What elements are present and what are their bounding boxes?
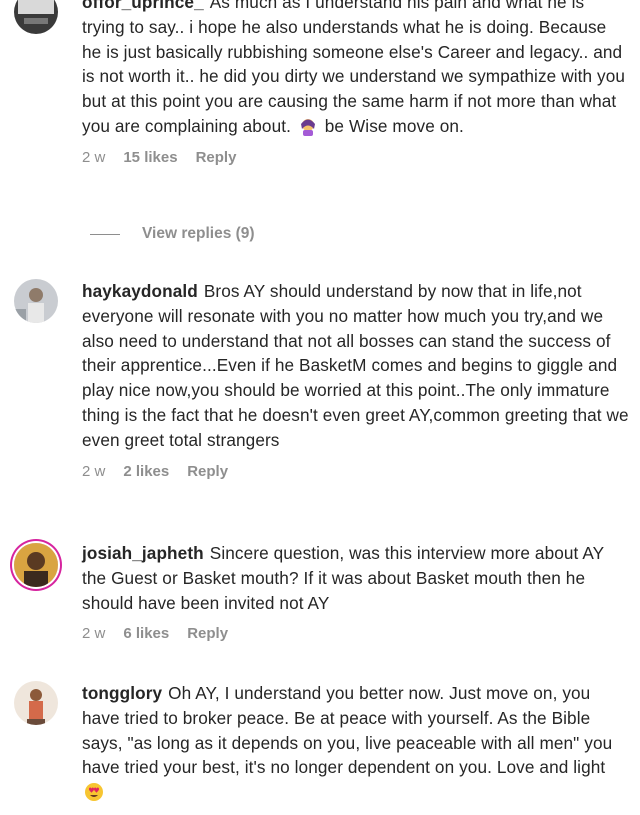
reply-button[interactable]: Reply [187,463,228,480]
reply-button[interactable]: Reply [187,625,228,642]
comment-meta: 2 w 15 likes Reply [82,149,630,166]
comment-text: haykaydonald Bros AY should understand by… [82,281,629,450]
comment-meta: 2 w 6 likes Reply [82,625,630,642]
avatar[interactable] [14,0,58,34]
comment-text: josiah_japheth Sincere question, was this… [82,543,604,613]
likes-count[interactable]: 6 likes [123,625,169,642]
divider-line [90,233,120,235]
comment-time: 2 w [82,625,106,643]
likes-count[interactable]: 2 likes [123,463,169,480]
reply-button[interactable]: Reply [196,149,237,166]
comment-time: 2 w [82,462,106,480]
comment-username[interactable]: offor_uprince_ [82,0,204,12]
woman-facepalming-icon [298,116,318,136]
comment-text: tongglory Oh AY, I understand you better … [82,681,630,805]
comment-time: 2 w [82,148,106,166]
comment-text: offor_uprince_ As much as I understand hi… [82,0,630,139]
comment-username[interactable]: tongglory [82,683,162,703]
comment-username[interactable]: haykaydonald [82,281,198,301]
comment-meta: 2 w 2 likes Reply [82,463,630,480]
avatar[interactable] [14,681,58,725]
avatar[interactable] [14,279,58,323]
view-replies-button[interactable]: View replies (9) [90,225,255,243]
likes-count[interactable]: 15 likes [123,149,177,166]
avatar[interactable] [14,543,58,587]
heart-eyes-icon [84,782,104,802]
comment-username[interactable]: josiah_japheth [82,543,204,563]
